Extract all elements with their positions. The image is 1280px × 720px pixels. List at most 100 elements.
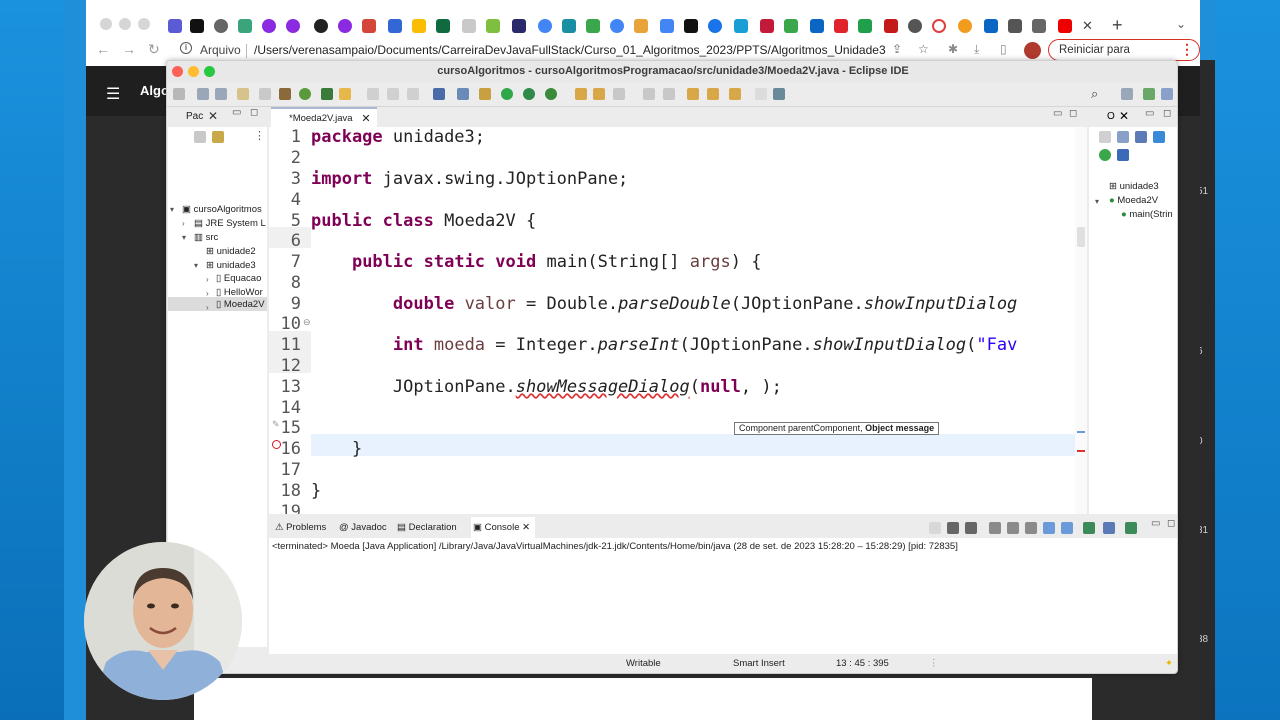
outline-toolbar-icon[interactable] — [1135, 131, 1147, 143]
tab-favicon-icon[interactable] — [834, 19, 848, 33]
toolbar-icon[interactable] — [773, 88, 785, 100]
terminate-icon[interactable] — [929, 522, 941, 534]
toolbar-icon[interactable] — [643, 88, 655, 100]
package-explorer-tab-label[interactable]: Pac — [186, 111, 203, 122]
console-toolbar-icon[interactable] — [1061, 522, 1073, 534]
outline-tab-label[interactable]: O — [1107, 111, 1115, 122]
close-icon[interactable]: ✕ — [208, 109, 218, 123]
tab-favicon-icon[interactable] — [1008, 19, 1022, 33]
close-tab-icon[interactable]: ✕ — [1082, 18, 1093, 34]
outline-item-class[interactable]: ● Moeda2V — [1109, 195, 1158, 206]
minimize-window-button[interactable] — [119, 18, 131, 30]
forward-icon[interactable] — [707, 88, 719, 100]
tab-favicon-icon[interactable] — [660, 19, 674, 33]
download-icon[interactable]: ⤓ — [974, 42, 979, 57]
chrome-icon[interactable] — [908, 19, 922, 33]
link-editor-icon[interactable] — [212, 131, 224, 143]
open-console-icon[interactable] — [1125, 522, 1137, 534]
toolbar-icon[interactable] — [279, 88, 291, 100]
perspective-icon[interactable] — [1161, 88, 1173, 100]
minimize-icon[interactable]: ▭ — [232, 107, 241, 118]
chevron-down-icon[interactable]: ▾ — [1095, 197, 1099, 206]
tab-favicon-icon[interactable] — [634, 19, 648, 33]
tab-favicon-icon[interactable] — [190, 19, 204, 33]
tab-favicon-icon[interactable] — [932, 19, 946, 33]
share-icon[interactable]: ⇪ — [892, 42, 902, 56]
toolbar-icon[interactable] — [575, 88, 587, 100]
tab-favicon-icon[interactable] — [958, 19, 972, 33]
toolbar-icon[interactable] — [367, 88, 379, 100]
tree-item-moeda2v[interactable]: ▯ Moeda2V — [216, 299, 265, 310]
tab-favicon-icon[interactable] — [784, 19, 798, 33]
tab-favicon-icon[interactable] — [884, 19, 898, 33]
tree-item-helloworld[interactable]: ▯ HelloWor — [216, 287, 263, 298]
toolbar-icon[interactable] — [663, 88, 675, 100]
close-icon[interactable]: ✕ — [1119, 109, 1129, 123]
update-button[interactable]: Reiniciar para atualizar — [1048, 39, 1200, 76]
chevron-right-icon[interactable]: › — [182, 219, 185, 228]
perspective-icon[interactable] — [1143, 88, 1155, 100]
occurrence-marker[interactable] — [1077, 431, 1085, 433]
zoom-window-button[interactable] — [138, 18, 150, 30]
tab-favicon-icon[interactable] — [262, 19, 276, 33]
maximize-icon[interactable]: ◻ — [1167, 518, 1175, 529]
fold-icon[interactable]: ⊖ — [303, 317, 311, 328]
maximize-icon[interactable]: ◻ — [250, 107, 258, 118]
tab-problems[interactable]: ⚠ Problems — [275, 522, 326, 533]
toolbar-icon[interactable] — [593, 88, 605, 100]
outline-tab[interactable]: O ✕ ▭ ◻ — [1089, 107, 1177, 127]
chevron-right-icon[interactable]: › — [206, 303, 209, 312]
toolbar-icon[interactable] — [755, 88, 767, 100]
tab-favicon-icon[interactable] — [684, 19, 698, 33]
remove-launch-icon[interactable] — [947, 522, 959, 534]
tab-favicon-icon[interactable] — [708, 19, 722, 33]
tab-favicon-icon[interactable] — [238, 19, 252, 33]
coverage-icon[interactable] — [523, 88, 535, 100]
toolbar-icon[interactable] — [387, 88, 399, 100]
tree-item-jre[interactable]: ▤ JRE System L — [194, 218, 266, 229]
editor-tab-moeda2v[interactable]: *Moeda2V.java ✕ — [271, 107, 377, 127]
google-icon[interactable] — [538, 19, 552, 33]
tab-favicon-icon[interactable] — [436, 19, 450, 33]
tab-declaration[interactable]: ▤ Declaration — [397, 522, 457, 533]
reload-button[interactable]: ↻ — [148, 41, 160, 58]
tab-favicon-icon[interactable] — [338, 19, 352, 33]
tree-item-project[interactable]: ▣ cursoAlgoritmos — [182, 204, 262, 215]
console-toolbar-icon[interactable] — [1043, 522, 1055, 534]
github-icon[interactable] — [314, 19, 328, 33]
forward-button[interactable]: → — [122, 41, 136, 57]
toolbar-icon[interactable] — [339, 88, 351, 100]
tab-console[interactable]: ▣ Console ✕ — [473, 522, 530, 533]
run-icon[interactable] — [501, 88, 513, 100]
tab-favicon-icon[interactable] — [214, 19, 228, 33]
tab-favicon-icon[interactable] — [486, 19, 500, 33]
close-window-button[interactable] — [100, 18, 112, 30]
outline-toolbar-icon[interactable] — [1099, 149, 1111, 161]
menu-icon[interactable]: ⋮ — [1180, 41, 1194, 58]
remove-all-icon[interactable] — [965, 522, 977, 534]
package-explorer-tab[interactable]: Pac ✕ ▭ ◻ — [168, 107, 267, 127]
outline-toolbar-icon[interactable] — [1153, 131, 1165, 143]
toolbar-icon[interactable] — [407, 88, 419, 100]
toolbar-icon[interactable] — [433, 88, 445, 100]
tab-favicon-icon[interactable] — [734, 19, 748, 33]
error-icon[interactable] — [272, 440, 281, 449]
minimize-icon[interactable]: ▭ — [1145, 108, 1154, 119]
save-all-icon[interactable] — [215, 88, 227, 100]
tab-favicon-icon[interactable] — [1032, 19, 1046, 33]
info-icon[interactable]: i — [180, 42, 192, 54]
open-perspective-icon[interactable] — [1121, 88, 1133, 100]
code-editor[interactable]: 1 2 3 4 5 6 7 8 9 10 11 12 13 14 15 16 1… — [269, 127, 1087, 514]
outline-item-method[interactable]: ● main(Strin — [1121, 209, 1173, 220]
minimize-icon[interactable]: ▭ — [1053, 108, 1062, 119]
view-menu-icon[interactable]: ⋮ — [254, 129, 265, 142]
tab-javadoc[interactable]: @ Javadoc — [339, 522, 387, 533]
side-panel-icon[interactable]: ▯ — [1000, 42, 1007, 56]
collapse-all-icon[interactable] — [194, 131, 206, 143]
overview-ruler[interactable] — [1075, 127, 1087, 514]
outline-toolbar-icon[interactable] — [1117, 149, 1129, 161]
close-icon[interactable]: ✕ — [361, 112, 370, 125]
toolbar-icon[interactable] — [729, 88, 741, 100]
console-toolbar-icon[interactable] — [1007, 522, 1019, 534]
new-tab-button[interactable]: + — [1112, 15, 1123, 36]
